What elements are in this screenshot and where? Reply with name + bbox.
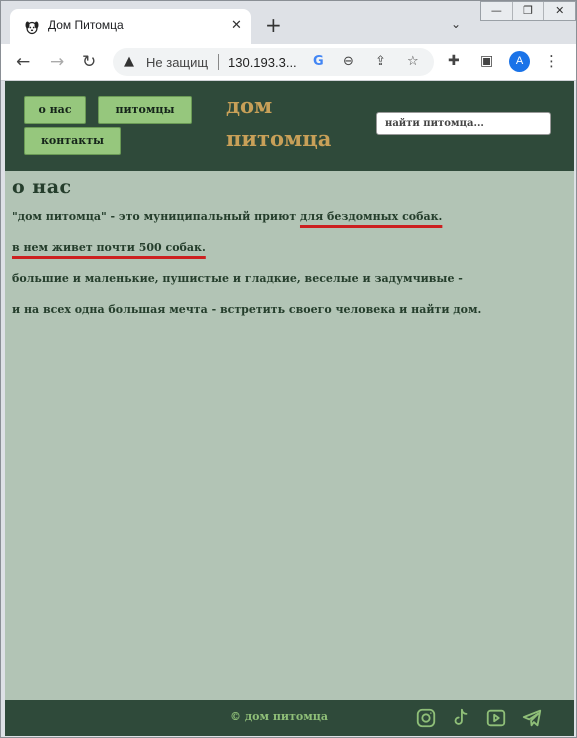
browser-toolbar: ← → ↻ ▲ Не защищ 130.193.3... G ⊖ ⇪ ☆ ✚ … xyxy=(1,44,576,81)
tab-title: Дом Питомца xyxy=(48,18,124,32)
browser-menu-icon[interactable]: ⋮ xyxy=(544,52,559,70)
page-heading: о нас xyxy=(12,176,72,198)
security-status[interactable]: Не защищ xyxy=(146,55,208,70)
window-controls: — ❐ ✕ xyxy=(480,1,576,21)
nav-about-button[interactable]: о нас xyxy=(24,96,86,124)
dog-favicon-icon xyxy=(25,21,39,35)
warning-icon[interactable]: ▲ xyxy=(124,54,134,69)
minimize-button[interactable]: — xyxy=(481,2,513,20)
about-text-1: "дом питомца" - это муниципальный приют xyxy=(12,210,300,223)
footer-copyright: © дом питомца xyxy=(230,710,329,723)
share-icon[interactable]: ⇪ xyxy=(375,54,386,69)
address-bar[interactable]: ▲ Не защищ 130.193.3... G ⊖ ⇪ ☆ xyxy=(113,48,434,76)
site-title: дом питомца xyxy=(226,93,332,151)
bookmark-star-icon[interactable]: ☆ xyxy=(407,54,419,69)
google-icon[interactable]: G xyxy=(313,54,324,69)
forward-button[interactable]: → xyxy=(50,52,64,72)
back-button[interactable]: ← xyxy=(16,52,30,72)
browser-tab[interactable]: Дом Питомца ✕ xyxy=(10,9,251,45)
about-paragraph-2: в нем живет почти 500 собак. xyxy=(12,238,562,257)
profile-avatar[interactable]: A xyxy=(509,51,530,72)
nav-contacts-button[interactable]: контакты xyxy=(24,127,121,155)
url-text[interactable]: 130.193.3... xyxy=(228,55,297,70)
underlined-text-2: в нем живет почти 500 собак. xyxy=(12,241,206,254)
nav-pets-button[interactable]: питомцы xyxy=(98,96,192,124)
tab-search-icon[interactable]: ⌄ xyxy=(451,17,461,31)
maximize-button[interactable]: ❐ xyxy=(513,2,545,20)
omnibox-separator xyxy=(218,54,219,70)
tab-strip: Дом Питомца ✕ + ⌄ — ❐ ✕ xyxy=(1,1,576,45)
side-panel-icon[interactable]: ▣ xyxy=(480,53,493,69)
site-header: о нас питомцы контакты дом питомца xyxy=(5,81,574,171)
about-section: о нас "дом питомца" - это муниципальный … xyxy=(12,176,562,319)
new-tab-button[interactable]: + xyxy=(265,15,282,35)
instagram-icon[interactable] xyxy=(415,707,437,729)
zoom-icon[interactable]: ⊖ xyxy=(343,54,354,69)
about-paragraph-3: большие и маленькие, пушистые и гладкие,… xyxy=(12,272,463,285)
close-window-button[interactable]: ✕ xyxy=(544,2,575,20)
web-page: о нас питомцы контакты дом питомца о нас… xyxy=(5,81,574,736)
telegram-icon[interactable] xyxy=(521,707,543,729)
youtube-icon[interactable] xyxy=(485,707,507,729)
about-paragraph-4: и на всех одна большая мечта - встретить… xyxy=(12,303,482,316)
browser-window: Дом Питомца ✕ + ⌄ — ❐ ✕ ← → ↻ ▲ Не защищ… xyxy=(0,0,577,738)
reload-button[interactable]: ↻ xyxy=(82,52,96,72)
tab-close-icon[interactable]: ✕ xyxy=(231,18,242,33)
underlined-text-1: для бездомных собак. xyxy=(299,210,443,223)
extensions-icon[interactable]: ✚ xyxy=(448,53,460,69)
pet-search-input[interactable] xyxy=(376,112,551,135)
about-paragraph-1: "дом питомца" - это муниципальный приют … xyxy=(12,207,562,226)
site-footer: © дом питомца xyxy=(5,700,574,736)
tiktok-icon[interactable] xyxy=(450,707,472,729)
